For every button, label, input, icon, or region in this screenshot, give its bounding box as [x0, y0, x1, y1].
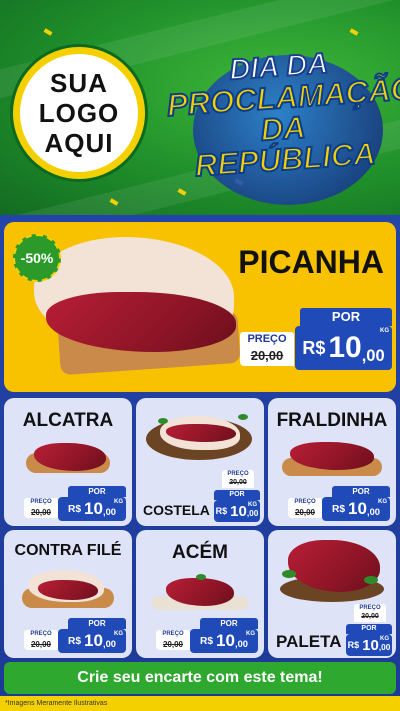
unit-label: KG: [114, 631, 123, 637]
product-card-contra-file[interactable]: CONTRA FILÉ POR PREÇO 20,00 R$ 10 ,00 KG: [4, 530, 132, 658]
price-tag: POR PREÇO 20,00 R$ 10 ,00 KG: [240, 308, 392, 374]
por-label: POR: [214, 490, 260, 500]
product-card-fraldinha[interactable]: FRALDINHA POR PREÇO 20,00 R$ 10 ,00 KG: [268, 398, 396, 526]
product-card-alcatra[interactable]: ALCATRA POR PREÇO 20,00 R$ 10 ,00 KG: [4, 398, 132, 526]
herb-garnish: [196, 574, 206, 580]
old-price: 20,00: [24, 507, 58, 518]
por-label: POR: [300, 308, 392, 326]
preco-label: PREÇO: [156, 630, 190, 639]
price-int: 10: [216, 631, 235, 650]
currency: R$: [332, 503, 346, 515]
currency: R$: [68, 635, 82, 647]
new-price: R$ 10 ,00 KG: [58, 629, 126, 653]
unit-label: KG: [246, 631, 255, 637]
unit-label: KG: [114, 499, 123, 505]
currency: R$: [215, 506, 228, 516]
por-label: POR: [68, 486, 126, 497]
herb-garnish: [158, 418, 168, 424]
discount-badge: -50%: [13, 234, 61, 282]
unit-label: KG: [248, 502, 257, 508]
price-cents: ,00: [102, 639, 116, 649]
herb-garnish: [282, 570, 296, 578]
unit-label: KG: [378, 499, 387, 505]
new-price: R$ 10 ,00 KG: [322, 497, 390, 521]
price-cents: ,00: [102, 507, 116, 517]
preco-label: PREÇO: [24, 630, 58, 639]
unit-label: KG: [380, 328, 389, 334]
price-tag: POR PREÇO 20,00 R$ 10 ,00 KG: [156, 618, 262, 654]
price-int: 10: [84, 631, 103, 650]
price-int: 10: [230, 502, 247, 520]
footnote: *Imagens Meramente Ilustrativas: [0, 696, 400, 711]
preco-label: PREÇO: [222, 470, 254, 478]
product-card-costela[interactable]: COSTELA PREÇO 20,00 POR R$ 10 ,00 KG: [136, 398, 264, 526]
currency: R$: [68, 503, 82, 515]
price-cents: ,00: [378, 643, 391, 652]
price-tag: POR PREÇO 20,00 R$ 10 ,00 KG: [24, 486, 130, 522]
product-name: FRALDINHA: [276, 410, 388, 431]
preco-label: PREÇO: [24, 498, 58, 507]
price-tag: PREÇO 20,00 POR R$ 10 ,00 KG: [214, 470, 262, 526]
old-price: 20,00: [240, 346, 294, 366]
unit-label: KG: [380, 636, 389, 642]
price-cents: ,00: [361, 347, 385, 365]
currency: R$: [200, 635, 214, 647]
header-banner: SUA LOGO AQUI DIA DA PROCLAMAÇÃO DA REPÚ…: [0, 0, 400, 215]
new-price: R$ 10 ,00 KG: [214, 500, 260, 522]
herb-garnish: [238, 414, 248, 420]
currency: R$: [302, 337, 326, 358]
logo-placeholder[interactable]: SUA LOGO AQUI: [13, 47, 145, 179]
price-cents: ,00: [234, 639, 248, 649]
price-int: 10: [328, 331, 362, 364]
new-price: R$ 10 ,00 KG: [190, 629, 258, 653]
preco-label: PREÇO: [240, 332, 294, 346]
confetti: [43, 28, 53, 36]
old-price: 20,00: [156, 639, 190, 650]
product-name: ACÉM: [172, 542, 228, 563]
product-name: CONTRA FILÉ: [14, 542, 122, 559]
event-title: DIA DA PROCLAMAÇÃO DA REPÚBLICA: [164, 44, 400, 184]
price-tag: POR PREÇO 20,00 R$ 10 ,00 KG: [24, 618, 130, 654]
new-price: R$ 10 ,00 KG: [295, 326, 392, 370]
product-name: ALCATRA: [22, 410, 114, 431]
product-name: COSTELA: [143, 502, 210, 518]
logo-line-3: AQUI: [44, 128, 114, 158]
product-name: PICANHA: [238, 244, 384, 280]
price-tag: POR PREÇO 20,00 R$ 10 ,00 KG: [288, 486, 394, 522]
preco-label: PREÇO: [288, 498, 322, 507]
herb-garnish: [364, 576, 378, 584]
product-card-acem[interactable]: ACÉM POR PREÇO 20,00 R$ 10 ,00 KG: [136, 530, 264, 658]
old-price: 20,00: [288, 507, 322, 518]
logo-line-2: LOGO: [38, 98, 120, 128]
por-label: POR: [68, 618, 126, 629]
new-price: R$ 10 ,00 KG: [346, 634, 392, 656]
cta-button[interactable]: Crie seu encarte com este tema!: [4, 662, 396, 694]
por-label: POR: [332, 486, 390, 497]
price-int: 10: [84, 499, 103, 518]
logo-line-1: SUA: [50, 68, 108, 98]
old-price: 20,00: [222, 478, 254, 488]
price-int: 10: [362, 636, 379, 654]
por-label: POR: [346, 624, 392, 634]
preco-label: PREÇO: [354, 604, 386, 612]
price-cents: ,00: [246, 509, 259, 518]
price-cents: ,00: [366, 507, 380, 517]
price-tag: PREÇO 20,00 POR R$ 10 ,00 KG: [346, 604, 394, 658]
confetti: [349, 28, 359, 36]
old-price: 20,00: [354, 612, 386, 622]
por-label: POR: [200, 618, 258, 629]
old-price: 20,00: [24, 639, 58, 650]
new-price: R$ 10 ,00 KG: [58, 497, 126, 521]
product-name: PALETA: [276, 632, 342, 651]
product-card-paleta[interactable]: PALETA PREÇO 20,00 POR R$ 10 ,00 KG: [268, 530, 396, 658]
price-int: 10: [348, 499, 367, 518]
currency: R$: [347, 640, 360, 650]
hero-product-card[interactable]: -50% PICANHA POR PREÇO 20,00 R$ 10 ,00 K…: [4, 222, 396, 392]
